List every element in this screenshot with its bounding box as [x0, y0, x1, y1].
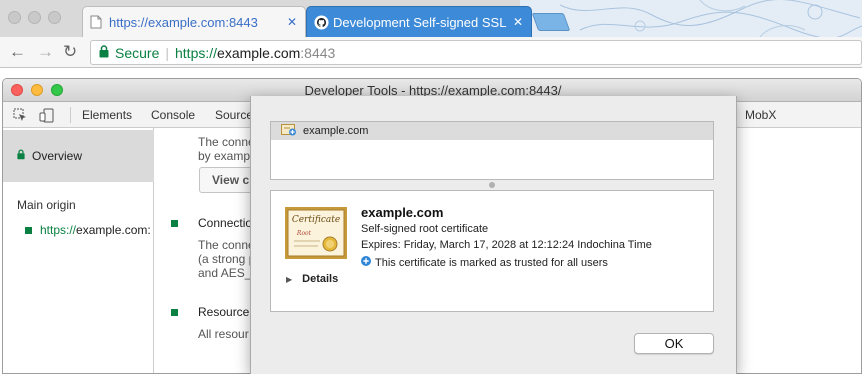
window-close-dot[interactable] — [8, 11, 21, 24]
certificate-type: Self-signed root certificate — [361, 223, 489, 235]
secure-square-icon — [171, 309, 178, 316]
forward-button[interactable]: → — [37, 43, 54, 61]
certificate-sub-word: Root — [296, 230, 312, 237]
tab-elements[interactable]: Elements — [82, 108, 132, 122]
url-scheme: https:// — [175, 44, 218, 61]
tab-console[interactable]: Console — [151, 108, 195, 122]
certificate-word: Certificate — [292, 215, 340, 225]
page-icon — [90, 15, 102, 32]
trust-status: This certificate is marked as trusted fo… — [361, 256, 608, 269]
certificate-name: example.com — [361, 205, 444, 220]
toolbar-divider — [70, 107, 71, 123]
certificate-icon: Certificate Root — [285, 207, 347, 259]
secure-square-icon — [171, 220, 178, 227]
tab-strip: https://example.com:8443 ✕ Development S… — [0, 0, 862, 37]
tab-close-icon[interactable]: ✕ — [513, 15, 523, 29]
browser-toolbar: ← → ↻ Secure | https://example.com:8443 — [0, 37, 862, 68]
tab-example-com[interactable]: https://example.com:8443 ✕ — [82, 6, 306, 37]
tab-title: Development Self-signed SSL — [333, 14, 507, 30]
connection-heading: Connectio — [198, 216, 253, 230]
sidebar-item-label: Overview — [32, 149, 83, 163]
security-sidebar: Overview Main origin https://example.com… — [3, 128, 154, 373]
github-icon — [314, 15, 329, 33]
summary-text-line: The conne — [198, 135, 255, 149]
devtools-minimize-dot[interactable] — [31, 84, 43, 96]
certificate-detail: Certificate Root example.com Self-signed… — [270, 190, 714, 312]
main-origin-heading: Main origin — [17, 198, 76, 212]
details-label: Details — [302, 273, 339, 285]
secure-square-icon — [25, 226, 32, 234]
connection-text-line: and AES_ — [198, 266, 252, 280]
tab-title: https://example.com:8443 — [109, 14, 258, 30]
certificate-small-icon — [281, 123, 297, 139]
device-toolbar-icon[interactable] — [39, 108, 55, 126]
tab-mobx[interactable]: MobX — [745, 108, 776, 122]
new-tab-button[interactable] — [531, 13, 571, 31]
splitter-handle[interactable] — [489, 182, 495, 188]
certificate-chain-list: example.com — [270, 121, 714, 180]
connection-text-line: (a strong p — [198, 252, 256, 266]
certificate-expires: Expires: Friday, March 17, 2028 at 12:12… — [361, 239, 652, 251]
tab-sources[interactable]: Source — [215, 108, 253, 122]
origin-scheme: https:// — [40, 223, 77, 237]
tab-close-icon[interactable]: ✕ — [287, 15, 297, 29]
ok-button[interactable]: OK — [634, 333, 714, 354]
address-bar[interactable]: Secure | https://example.com:8443 — [90, 40, 862, 65]
lock-icon — [17, 149, 25, 163]
resources-text-line: All resour — [198, 327, 249, 341]
summary-text-line: by examp — [198, 149, 251, 163]
url-host: example.com — [217, 44, 301, 61]
tab-dev-ssl[interactable]: Development Self-signed SSL ✕ — [306, 6, 532, 37]
resources-heading: Resource — [198, 305, 250, 319]
window-minimize-dot[interactable] — [28, 11, 41, 24]
certificate-sheet: example.com Certificate Root example.com… — [250, 96, 737, 374]
chain-item[interactable]: example.com — [271, 122, 713, 140]
url-port: :8443 — [300, 44, 336, 61]
secure-label: Secure — [115, 44, 160, 61]
reload-button[interactable]: ↻ — [63, 43, 77, 61]
window-zoom-dot[interactable] — [48, 11, 61, 24]
devtools-zoom-dot[interactable] — [51, 84, 63, 96]
trust-status-text: This certificate is marked as trusted fo… — [375, 256, 608, 269]
sidebar-item-overview[interactable]: Overview — [3, 130, 154, 182]
disclosure-triangle-icon[interactable]: ▶ — [286, 275, 292, 284]
origin-host: example.com: — [76, 223, 151, 237]
back-button[interactable]: ← — [9, 43, 26, 61]
trusted-plus-icon — [361, 256, 371, 269]
lock-icon[interactable] — [99, 44, 109, 61]
details-disclosure[interactable]: ▶ Details — [286, 273, 338, 285]
omnibox-separator: | — [165, 44, 169, 61]
connection-text-line: The conne — [198, 238, 255, 252]
inspect-element-icon[interactable] — [13, 108, 27, 125]
chain-item-label: example.com — [303, 125, 369, 137]
sidebar-item-origin[interactable]: https://example.com: — [25, 223, 151, 237]
devtools-close-dot[interactable] — [11, 84, 23, 96]
